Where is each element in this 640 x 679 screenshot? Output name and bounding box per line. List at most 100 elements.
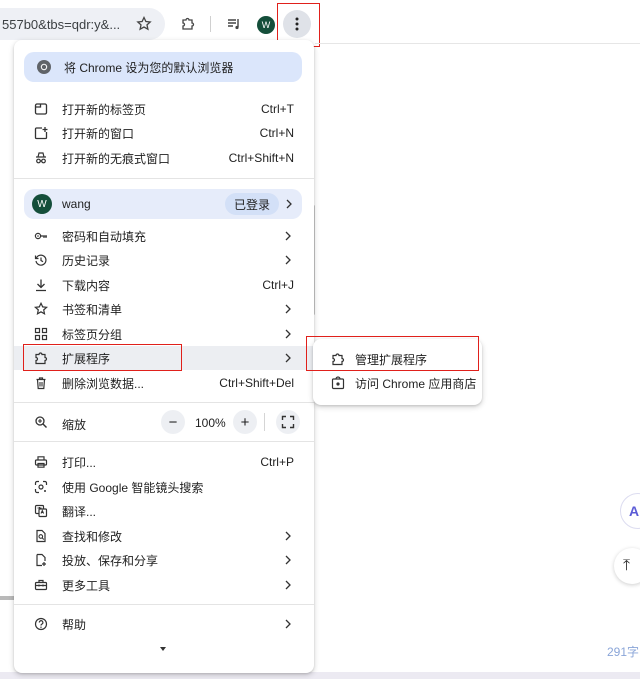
lens-icon: [34, 480, 48, 494]
menu-item-more-tools[interactable]: 更多工具: [14, 573, 314, 597]
back-to-top-icon: ⤒: [623, 557, 631, 574]
profile-avatar-letter: W: [37, 198, 47, 210]
menu-item-print[interactable]: 打印... Ctrl+P: [14, 450, 314, 474]
menu-item-translate[interactable]: 翻译...: [14, 499, 314, 523]
menu-item-label: 下载内容: [62, 278, 111, 293]
page-divider: [315, 43, 640, 44]
menu-item-shortcut: Ctrl+P: [260, 455, 294, 469]
menu-item-label: 更多工具: [62, 578, 111, 593]
chevron-right-icon: [285, 555, 291, 565]
extensions-puzzle-icon[interactable]: [176, 12, 200, 36]
menu-separator: [14, 178, 314, 179]
profile-name: wang: [62, 197, 91, 211]
menu-item-label: 查找和修改: [62, 529, 123, 544]
menu-item-label: 打开新的标签页: [62, 102, 147, 117]
history-icon: [34, 253, 48, 267]
set-default-browser-item[interactable]: 将 Chrome 设为您的默认浏览器: [24, 52, 302, 82]
submenu-item-manage-extensions[interactable]: 管理扩展程序: [313, 347, 482, 371]
menu-item-label: 使用 Google 智能镜头搜索: [62, 480, 204, 495]
menu-item-shortcut: Ctrl+Shift+Del: [219, 376, 294, 390]
menu-item-passwords-autofill[interactable]: 密码和自动填充: [14, 224, 314, 248]
fullscreen-button[interactable]: [276, 410, 300, 434]
print-icon: [34, 455, 48, 469]
back-to-top-button[interactable]: ⤒: [614, 548, 640, 584]
more-vert-icon: [295, 17, 299, 31]
menu-item-label: 历史记录: [62, 253, 111, 268]
menu-item-tab-groups[interactable]: 标签页分组: [14, 322, 314, 346]
address-bar-url[interactable]: 557b0&tbs=qdr:y&...: [2, 17, 120, 32]
zoom-label: 缩放: [62, 418, 87, 432]
menu-item-downloads[interactable]: 下载内容 Ctrl+J: [14, 273, 314, 297]
signed-in-badge: 已登录: [225, 193, 280, 215]
menu-item-shortcut: Ctrl+N: [259, 126, 294, 140]
new-tab-icon: [34, 102, 48, 116]
menu-item-shortcut: Ctrl+T: [261, 102, 294, 116]
chevron-right-icon: [286, 199, 292, 209]
set-default-browser-label: 将 Chrome 设为您的默认浏览器: [64, 60, 234, 75]
menu-item-shortcut: Ctrl+Shift+N: [228, 151, 294, 165]
menu-item-help[interactable]: 帮助: [14, 612, 314, 636]
star-icon: [34, 302, 48, 316]
menu-item-label: 扩展程序: [62, 351, 111, 366]
media-playlist-icon[interactable]: [222, 12, 246, 36]
menu-item-label: 书签和清单: [62, 302, 123, 317]
menu-item-shortcut: Ctrl+J: [262, 278, 294, 292]
menu-item-google-lens-search[interactable]: 使用 Google 智能镜头搜索: [14, 475, 314, 499]
menu-item-cast-save-share[interactable]: 投放、保存和分享: [14, 548, 314, 572]
key-icon: [34, 229, 48, 243]
menu-item-new-incognito-window[interactable]: 打开新的无痕式窗口 Ctrl+Shift+N: [14, 146, 314, 170]
zoom-out-label: −: [168, 413, 178, 431]
profile-avatar[interactable]: W: [257, 16, 275, 34]
cast-save-share-icon: [34, 553, 48, 567]
bookmark-star-icon[interactable]: [132, 12, 156, 36]
chevron-right-icon: [285, 329, 291, 339]
ai-assistant-label: A: [629, 503, 640, 519]
help-icon: [34, 617, 48, 631]
menu-item-find-edit[interactable]: 查找和修改: [14, 524, 314, 548]
zoom-divider: [264, 413, 265, 431]
page-left-strip: [0, 596, 14, 600]
menu-item-label: 投放、保存和分享: [62, 553, 159, 568]
menu-item-new-tab[interactable]: 打开新的标签页 Ctrl+T: [14, 97, 314, 121]
fullscreen-icon: [281, 415, 295, 429]
zoom-in-button[interactable]: +: [233, 410, 257, 434]
submenu-item-label: 访问 Chrome 应用商店: [355, 376, 477, 391]
menu-item-clear-browsing-data[interactable]: 删除浏览数据... Ctrl+Shift+Del: [14, 371, 314, 395]
chevron-right-icon: [285, 619, 291, 629]
chevron-right-icon: [285, 255, 291, 265]
word-count: 291字: [607, 645, 640, 659]
menu-item-label: 标签页分组: [62, 327, 123, 342]
menu-item-label: 密码和自动填充: [62, 229, 147, 244]
page-bottom-bar: [0, 672, 640, 679]
menu-item-label: 翻译...: [62, 504, 97, 519]
zoom-out-button[interactable]: −: [161, 410, 185, 434]
scroll-down-arrow-icon: [160, 647, 166, 651]
profile-avatar: W: [32, 194, 52, 214]
profile-row[interactable]: W wang 已登录: [24, 189, 302, 219]
chevron-right-icon: [285, 231, 291, 241]
chevron-right-icon: [285, 353, 291, 363]
extensions-submenu: 管理扩展程序 访问 Chrome 应用商店: [313, 339, 482, 405]
menu-item-new-window[interactable]: 打开新的窗口 Ctrl+N: [14, 121, 314, 145]
menu-separator: [14, 604, 314, 605]
zoom-icon: [35, 416, 47, 428]
menu-item-history[interactable]: 历史记录: [14, 248, 314, 272]
chevron-right-icon: [285, 304, 291, 314]
menu-item-label: 删除浏览数据...: [62, 376, 145, 391]
incognito-icon: [34, 151, 48, 165]
chrome-menu-button[interactable]: [283, 10, 311, 38]
toolbox-icon: [34, 578, 48, 592]
webstore-icon: [331, 376, 345, 390]
profile-avatar-letter: W: [261, 20, 271, 30]
ai-assistant-button[interactable]: A: [620, 493, 640, 529]
menu-item-label: 打开新的无痕式窗口: [62, 151, 171, 166]
menu-item-bookmarks-lists[interactable]: 书签和清单: [14, 297, 314, 321]
extension-icon: [331, 352, 345, 366]
download-icon: [34, 278, 48, 292]
zoom-level: 100%: [195, 416, 226, 430]
menu-item-extensions[interactable]: 扩展程序: [14, 346, 314, 370]
submenu-item-chrome-web-store[interactable]: 访问 Chrome 应用商店: [313, 371, 482, 395]
submenu-item-label: 管理扩展程序: [355, 352, 428, 367]
menu-item-label: 打印...: [62, 455, 97, 470]
chrome-main-menu: 将 Chrome 设为您的默认浏览器 打开新的标签页 Ctrl+T 打开新的窗口…: [14, 40, 314, 673]
